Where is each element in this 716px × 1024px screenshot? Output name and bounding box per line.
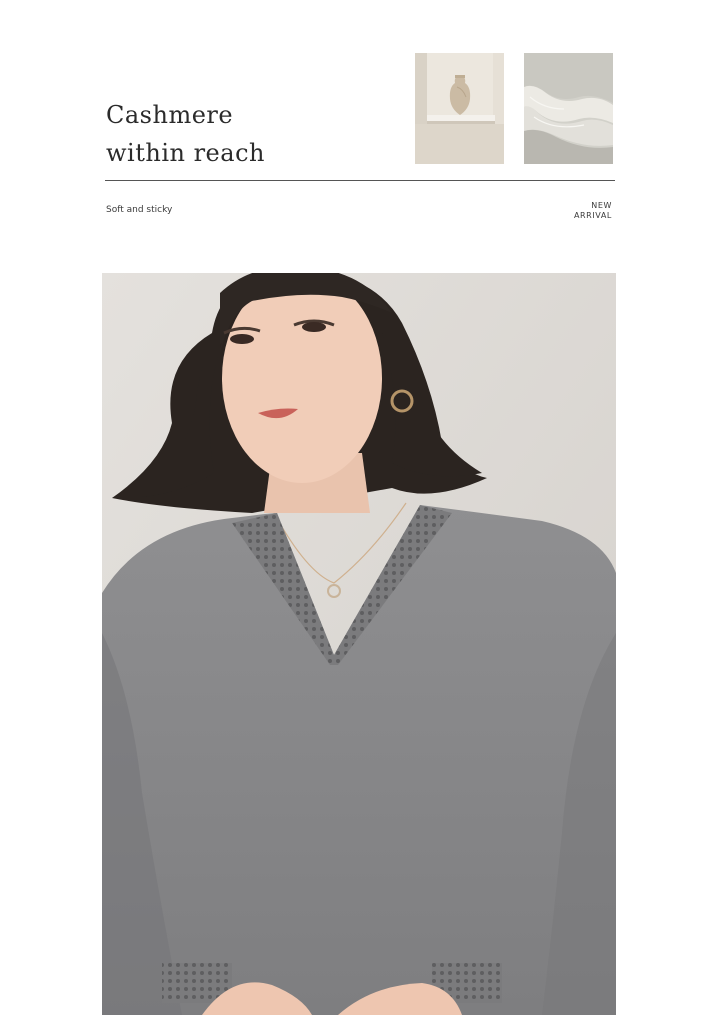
vase-niche-thumbnail (415, 53, 504, 164)
sea-wave-thumbnail (524, 53, 613, 164)
badge-line-1: NEW (591, 201, 612, 210)
vase-icon (415, 53, 504, 164)
headline-line-2: within reach (106, 139, 265, 167)
headline: Cashmere within reach (106, 96, 265, 172)
badge-line-2: ARRIVAL (573, 211, 612, 220)
wave-icon (524, 53, 613, 164)
model-sweater-icon (102, 273, 616, 1015)
new-arrival-badge: NEW ARRIVAL (574, 201, 612, 221)
model-photo (102, 273, 616, 1015)
header-divider (105, 180, 615, 181)
headline-line-1: Cashmere (106, 101, 234, 129)
tagline: Soft and sticky (106, 205, 173, 215)
